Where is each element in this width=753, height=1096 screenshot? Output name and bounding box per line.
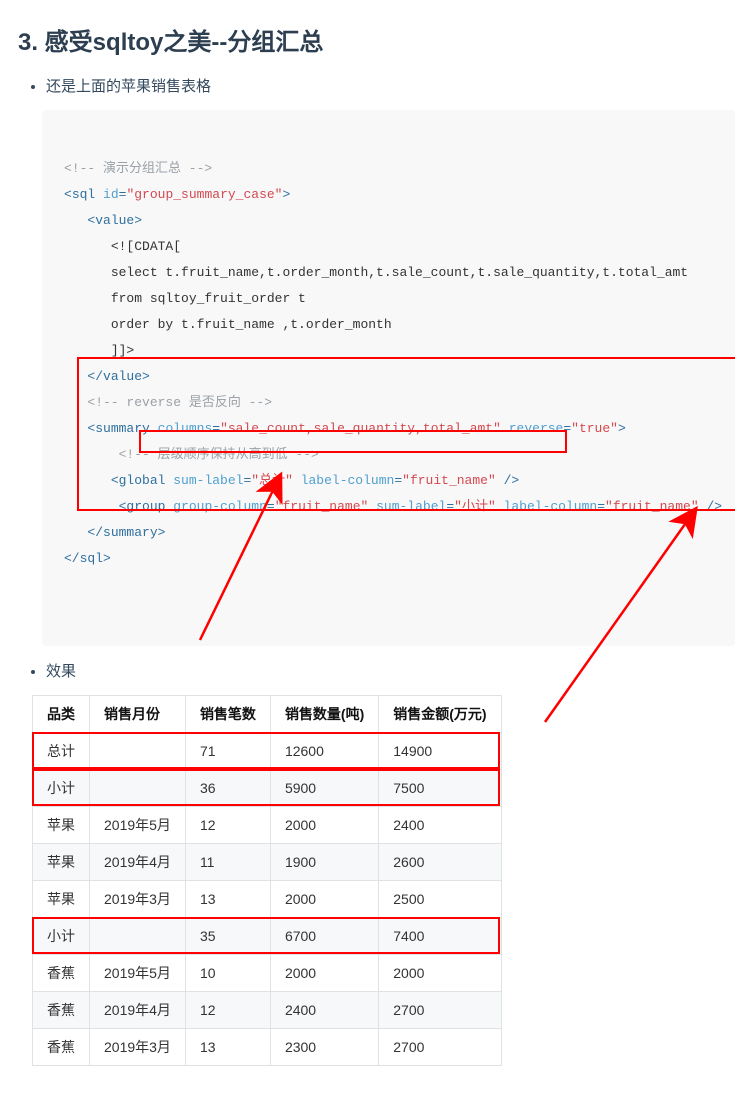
table-cell: 2700 — [379, 992, 501, 1029]
table-cell: 2019年3月 — [90, 881, 186, 918]
bullet-result: 效果 — [46, 660, 735, 681]
table-cell: 总计 — [33, 733, 90, 770]
table-cell: 苹果 — [33, 807, 90, 844]
table-cell: 13 — [185, 1029, 270, 1066]
table-cell: 12600 — [270, 733, 378, 770]
table-cell: 小计 — [33, 770, 90, 807]
table-cell: 2019年4月 — [90, 992, 186, 1029]
code-comment: <!-- 层级顺序保持从高到低 --> — [119, 447, 319, 462]
table-cell: 11 — [185, 844, 270, 881]
table-header-cell: 销售月份 — [90, 696, 186, 733]
result-table: 品类销售月份销售笔数销售数量(吨)销售金额(万元) 总计 711260014900… — [32, 695, 502, 1066]
bullet-intro: 还是上面的苹果销售表格 — [46, 75, 735, 96]
table-body: 总计711260014900小计3659007500苹果2019年5月12200… — [33, 733, 502, 1066]
table-cell: 2400 — [379, 807, 501, 844]
table-cell: 2700 — [379, 1029, 501, 1066]
table-cell: 2000 — [270, 807, 378, 844]
table-header-cell: 销售笔数 — [185, 696, 270, 733]
table-header-row: 品类销售月份销售笔数销售数量(吨)销售金额(万元) — [33, 696, 502, 733]
table-cell: 10 — [185, 955, 270, 992]
table-cell: 小计 — [33, 918, 90, 955]
code-block-sql: <!-- 演示分组汇总 --> <sql id="group_summary_c… — [42, 110, 735, 646]
table-cell: 2019年4月 — [90, 844, 186, 881]
table-row: 小计 3659007500 — [33, 770, 502, 807]
table-cell: 2000 — [270, 881, 378, 918]
table-cell: 71 — [185, 733, 270, 770]
table-cell: 香蕉 — [33, 1029, 90, 1066]
table-cell — [90, 770, 186, 807]
table-cell: 2019年3月 — [90, 1029, 186, 1066]
table-row: 苹果2019年5月1220002400 — [33, 807, 502, 844]
table-cell: 12 — [185, 992, 270, 1029]
table-cell: 1900 — [270, 844, 378, 881]
table-row: 香蕉2019年5月1020002000 — [33, 955, 502, 992]
table-cell: 7500 — [379, 770, 501, 807]
table-cell: 香蕉 — [33, 992, 90, 1029]
table-row: 苹果2019年3月1320002500 — [33, 881, 502, 918]
table-cell: 2000 — [270, 955, 378, 992]
table-cell: 7400 — [379, 918, 501, 955]
table-cell: 2019年5月 — [90, 955, 186, 992]
table-cell: 苹果 — [33, 881, 90, 918]
table-row: 香蕉2019年4月1224002700 — [33, 992, 502, 1029]
table-cell: 2300 — [270, 1029, 378, 1066]
table-cell: 14900 — [379, 733, 501, 770]
table-header-cell: 销售金额(万元) — [379, 696, 501, 733]
table-cell: 36 — [185, 770, 270, 807]
table-cell: 2000 — [379, 955, 501, 992]
table-cell: 苹果 — [33, 844, 90, 881]
table-cell: 5900 — [270, 770, 378, 807]
code-comment: <!-- 演示分组汇总 --> — [64, 161, 212, 176]
code-comment: <!-- reverse 是否反向 --> — [87, 395, 272, 410]
table-cell: 13 — [185, 881, 270, 918]
section-heading: 3. 感受sqltoy之美--分组汇总 — [18, 22, 735, 57]
table-cell: 6700 — [270, 918, 378, 955]
table-cell — [90, 918, 186, 955]
table-row: 苹果2019年4月1119002600 — [33, 844, 502, 881]
table-cell: 2400 — [270, 992, 378, 1029]
table-header-cell: 销售数量(吨) — [270, 696, 378, 733]
table-header-cell: 品类 — [33, 696, 90, 733]
table-cell: 2600 — [379, 844, 501, 881]
table-row: 总计 711260014900 — [33, 733, 502, 770]
table-cell: 2019年5月 — [90, 807, 186, 844]
table-cell: 35 — [185, 918, 270, 955]
table-row: 香蕉2019年3月1323002700 — [33, 1029, 502, 1066]
table-cell: 2500 — [379, 881, 501, 918]
table-cell — [90, 733, 186, 770]
table-row: 小计 3567007400 — [33, 918, 502, 955]
table-cell: 香蕉 — [33, 955, 90, 992]
table-cell: 12 — [185, 807, 270, 844]
